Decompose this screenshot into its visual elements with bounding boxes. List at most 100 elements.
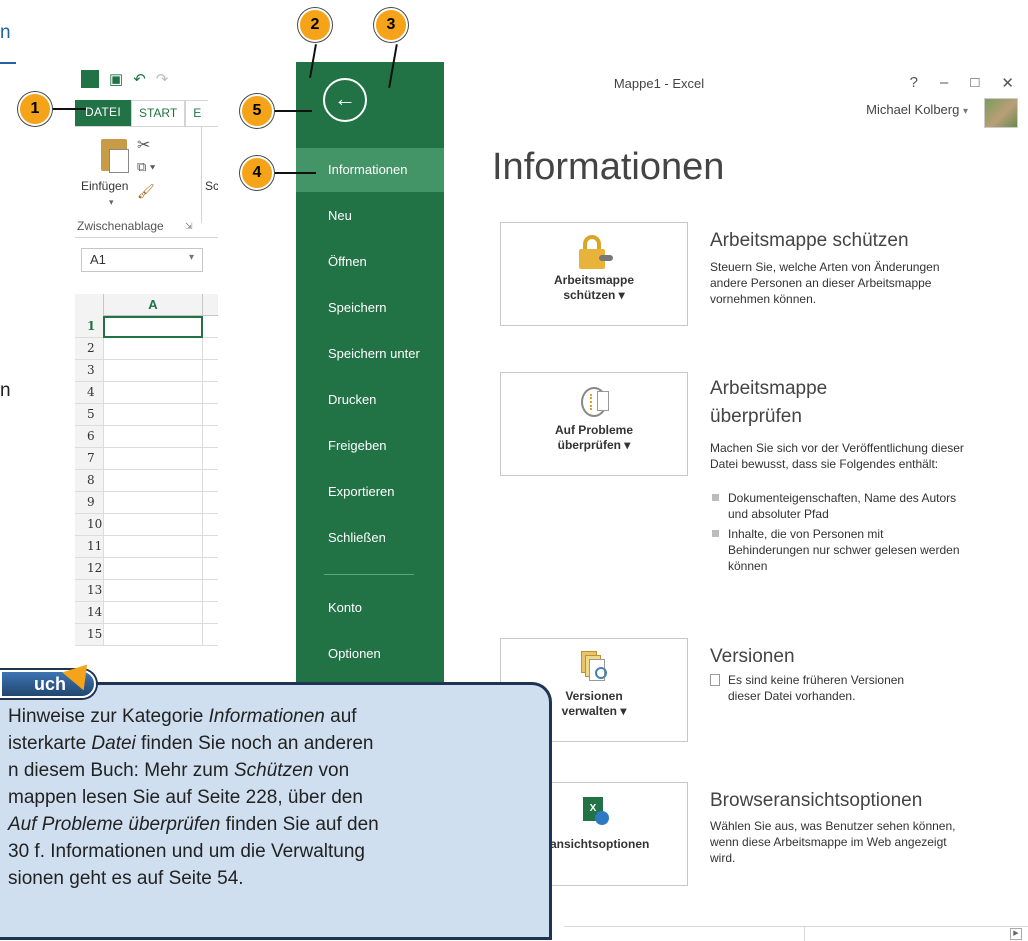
protect-title: Arbeitsmappe schützen (710, 230, 909, 251)
close-icon[interactable]: ✕ (1001, 74, 1014, 92)
note-line-4: mappen lesen Sie auf Seite 228, über den (8, 787, 363, 808)
table-row: 10 (75, 514, 218, 536)
row-number[interactable]: 12 (75, 558, 103, 579)
paste-icon[interactable] (101, 139, 129, 173)
row-number[interactable]: 11 (75, 536, 103, 557)
horizontal-scrollbar[interactable]: ▶ (564, 926, 1028, 941)
row-number[interactable]: 4 (75, 382, 103, 403)
save-icon[interactable]: ▣ (109, 70, 123, 88)
backstage-item[interactable]: Optionen (296, 632, 444, 676)
cell-a[interactable] (103, 426, 203, 448)
cell-a[interactable] (103, 382, 203, 404)
cell-a[interactable] (103, 514, 203, 536)
table-row: 12 (75, 558, 218, 580)
row-number[interactable]: 9 (75, 492, 103, 513)
row-number[interactable]: 14 (75, 602, 103, 623)
inspect-title-2: überprüfen (710, 406, 802, 427)
row-number[interactable]: 13 (75, 580, 103, 601)
inspect-workbook-button[interactable]: Auf Probleme überprüfen ▾ (500, 372, 688, 476)
callout-leader-4 (272, 172, 316, 174)
callout-3: 3 (374, 8, 408, 42)
text-fragment: n (0, 380, 11, 401)
note-text: Hinweise zur Kategorie Informationen auf… (8, 703, 537, 892)
restore-icon[interactable]: □ (970, 74, 979, 92)
row-number[interactable]: 5 (75, 404, 103, 425)
backstage-item[interactable]: Drucken (296, 378, 444, 422)
table-row: 14 (75, 602, 218, 624)
scroll-right-icon[interactable]: ▶ (1010, 928, 1022, 940)
row-number[interactable]: 8 (75, 470, 103, 491)
backstage-item[interactable]: Freigeben (296, 424, 444, 468)
note-line-6: 30 f. Informationen und um die Verwaltun… (8, 841, 366, 862)
dialog-launcher-icon[interactable]: ⇲ (185, 221, 193, 232)
help-icon[interactable]: ? (910, 74, 918, 92)
cell-a[interactable] (103, 448, 203, 470)
window-title: Mappe1 - Excel (613, 76, 705, 91)
link-underline (0, 62, 16, 64)
tab-start[interactable]: START (130, 100, 186, 126)
versions-icon (577, 651, 611, 685)
cell-a[interactable] (103, 360, 203, 382)
scissors-icon[interactable]: ✂ (137, 135, 150, 155)
table-row: 3 (75, 360, 218, 382)
cell-a[interactable] (103, 338, 203, 360)
user-dropdown-icon[interactable]: ▾ (963, 106, 968, 117)
link-fragment: n (0, 22, 11, 43)
versions-description: Es sind keine früheren Versionen dieser … (728, 673, 905, 703)
clipboard-group-label: Zwischenablage (77, 219, 164, 233)
paste-button-label[interactable]: Einfügen (81, 179, 128, 193)
backstage-item[interactable]: Speichern unter (296, 332, 444, 376)
protect-workbook-button[interactable]: Arbeitsmappe schützen ▾ (500, 222, 688, 326)
column-header-a[interactable]: A (103, 294, 203, 316)
row-number[interactable]: 7 (75, 448, 103, 469)
undo-icon[interactable]: ↶ (133, 70, 146, 88)
cell-a[interactable] (103, 536, 203, 558)
avatar[interactable] (984, 98, 1018, 128)
row-list: 1 2 3 4 5 6 7 8 9 10 11 12 13 14 15 (75, 316, 218, 646)
column-header-row: A (75, 294, 218, 316)
row-number[interactable]: 1 (75, 316, 103, 337)
note-line-3: n diesem Buch: Mehr zum Schützen von (8, 760, 350, 781)
backstage-item[interactable]: Informationen (296, 148, 444, 192)
cell-a[interactable] (103, 470, 203, 492)
cell-a[interactable] (103, 580, 203, 602)
cell-a[interactable] (103, 624, 203, 646)
namebox-dropdown-icon[interactable]: ▾ (189, 252, 194, 263)
row-number[interactable]: 15 (75, 624, 103, 645)
backstage-item[interactable]: Konto (296, 586, 444, 630)
copy-icon[interactable]: ⧉ ▾ (137, 159, 155, 175)
note-line-2: isterkarte Datei finden Sie noch an ande… (8, 733, 374, 754)
back-arrow-icon[interactable]: ← (323, 78, 367, 122)
namebox[interactable]: A1 ▾ (81, 248, 203, 272)
row-number[interactable]: 10 (75, 514, 103, 535)
cell-a[interactable] (103, 602, 203, 624)
callout-1: 1 (18, 92, 52, 126)
scrollbar-divider (804, 927, 805, 941)
inspect-card-label-2: überprüfen ▾ (557, 438, 631, 452)
tab-datei[interactable]: DATEI (75, 100, 131, 126)
table-row: 2 (75, 338, 218, 360)
backstage-item[interactable]: Speichern (296, 286, 444, 330)
versions-title: Versionen (710, 646, 795, 667)
user-account[interactable]: Michael Kolberg ▾ (866, 102, 968, 117)
backstage-item[interactable]: Öffnen (296, 240, 444, 284)
namebox-value: A1 (90, 252, 106, 267)
cell-a[interactable] (103, 558, 203, 580)
quick-access-toolbar: X ▣ ↶ ↷ (81, 68, 168, 90)
cell-a[interactable] (103, 404, 203, 426)
row-number[interactable]: 6 (75, 426, 103, 447)
note-line-7: sionen geht es auf Seite 54. (8, 868, 244, 889)
minimize-icon[interactable]: – (940, 74, 948, 92)
cell-a[interactable] (103, 316, 203, 338)
backstage-item[interactable]: Neu (296, 194, 444, 238)
cell-a[interactable] (103, 492, 203, 514)
format-painter-icon[interactable]: 🖌 (137, 183, 155, 200)
tab-einfuegen[interactable]: E (185, 100, 209, 126)
backstage-item[interactable]: Schließen (296, 516, 444, 560)
backstage-item[interactable]: Exportieren (296, 470, 444, 514)
redo-icon[interactable]: ↷ (156, 70, 169, 88)
row-number[interactable]: 3 (75, 360, 103, 381)
paste-dropdown-icon[interactable]: ▾ (109, 197, 114, 208)
row-number[interactable]: 2 (75, 338, 103, 359)
select-all-corner[interactable] (75, 294, 103, 316)
